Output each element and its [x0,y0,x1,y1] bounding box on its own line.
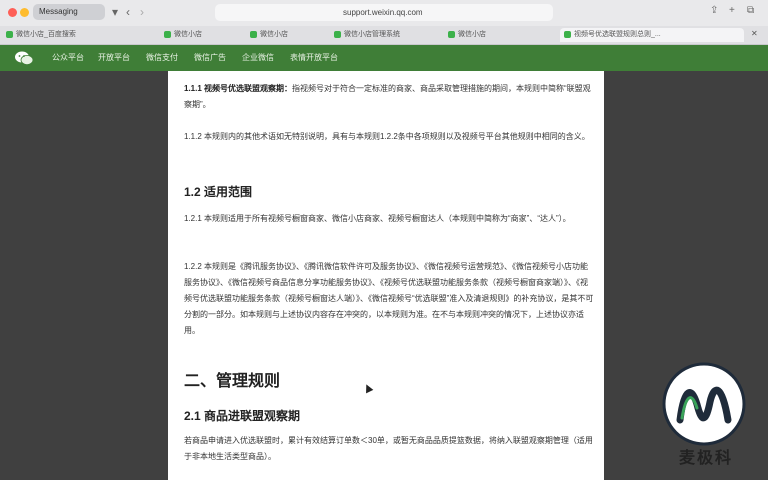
tab-item[interactable]: 微信小店 [250,28,310,42]
back-icon[interactable]: ‹ [126,5,130,19]
left-dark-panel [0,0,168,480]
paragraph-1-1-2: 1.1.2 本规则内的其他术语如无特别说明，具有与本规则1.2.2条中各项规则以… [184,132,590,141]
wechat-favicon-icon [564,30,571,38]
forward-icon[interactable]: › [140,5,144,19]
wechat-favicon-icon [334,30,341,38]
wechat-favicon-icon [250,30,257,38]
site-nav-bar: 公众平台 开放平台 微信支付 微信广告 企业微信 表情开放平台 [0,45,768,71]
url-text: support.weixin.qq.com [343,8,423,17]
nav-item[interactable]: 公众平台 [52,45,84,71]
share-icon[interactable]: ⇪ [710,5,718,16]
tab-item-active[interactable]: 视频号优选联盟规则总则_... [560,28,744,42]
section-heading-observe: 2.1 商品进联盟观察期 [184,409,301,423]
tab-strip: 微信小店_百度搜索 微信小店 微信小店 微信小店管理系统 微信小店 视频号优选联… [0,26,768,45]
minimize-window-button[interactable] [20,8,29,17]
nav-item[interactable]: 开放平台 [98,45,130,71]
close-window-button[interactable] [8,8,17,17]
nav-item[interactable]: 表情开放平台 [290,45,338,71]
paragraph-1-2-2: 1.2.2 本规则是《腾讯服务协议》、《腾讯微信软件许可及服务协议》、《微信视频… [184,262,594,335]
section-heading-scope: 1.2 适用范围 [184,185,253,199]
tab-item[interactable]: 微信小店 [448,28,508,42]
tab-overview-icon[interactable]: ⧉ [747,5,754,16]
paragraph-1-1-1: 1.1.1 视频号优选联盟观察期：指视频号对于符合一定标准的商家、商品采取管理措… [184,84,591,109]
paragraph-1-2-1: 1.2.1 本规则适用于所有视频号橱窗商家、微信小店商家、视频号橱窗达人（本规则… [184,214,571,223]
watermark-text: 麦极科 [678,450,733,467]
wechat-favicon-icon [164,30,171,38]
browser-toolbar: Messaging ▾ ‹ › support.weixin.qq.com ⇪ … [0,0,768,27]
tab-item[interactable]: 微信小店 [164,28,224,42]
close-tab-icon[interactable]: ✕ [751,29,758,38]
wechat-favicon-icon [448,30,455,38]
brand-watermark-logo-icon [662,362,746,446]
nav-item[interactable]: 微信支付 [146,45,178,71]
wechat-favicon-icon [6,30,13,38]
tab-item[interactable]: 微信小店管理系统 [334,28,414,42]
wechat-logo-icon [15,51,34,65]
tab-item[interactable]: 微信小店_百度搜索 [6,28,86,42]
address-bar[interactable]: support.weixin.qq.com [215,4,553,21]
nav-item[interactable]: 企业微信 [242,45,274,71]
article-content: 1.1.1 视频号优选联盟观察期：指视频号对于符合一定标准的商家、商品采取管理措… [168,71,604,480]
nav-item[interactable]: 微信广告 [194,45,226,71]
chapter-heading-management: 二、管理规则 [184,373,281,390]
sidebar-toggle-icon[interactable]: ▾ [112,5,118,19]
active-tab[interactable]: Messaging [33,4,105,20]
new-tab-icon[interactable]: + [729,5,735,16]
paragraph-2-1: 若商品申请进入优选联盟时，累计有效结算订单数＜30单，或暂无商品品质提篮数据，将… [184,436,593,461]
